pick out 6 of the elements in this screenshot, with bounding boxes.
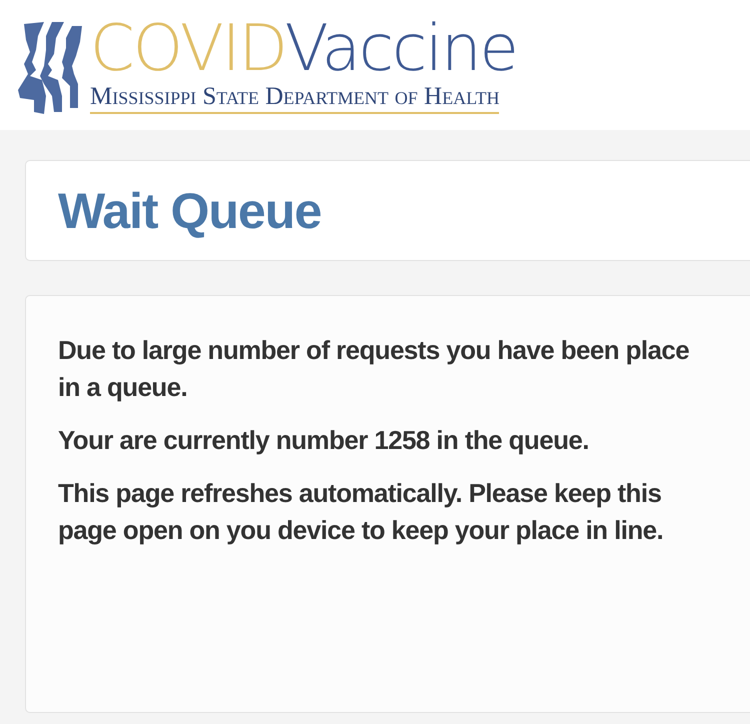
message-paragraph: Due to large number of requests you have been place in a queue. [58,334,690,404]
logo-subtitle: Mississippi State Department of Health [90,84,500,114]
message-paragraph: This page refreshes automatically. Please keep this page open on you device to keep your place in line. [58,477,664,547]
page-title: Wait Queue [58,182,322,241]
logo-title: COVIDVaccine [90,14,517,84]
message-paragraph: Your are currently number 1258 in the queue. [58,424,590,457]
